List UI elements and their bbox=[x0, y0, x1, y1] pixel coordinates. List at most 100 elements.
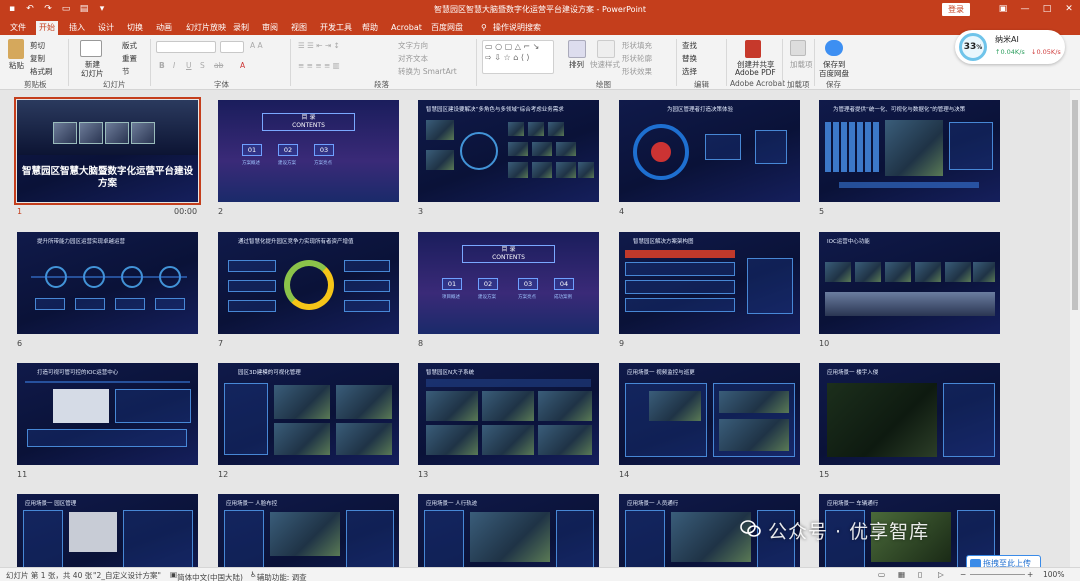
layout-button[interactable]: 版式 bbox=[122, 40, 137, 51]
replace-button[interactable]: 替换 bbox=[682, 53, 697, 64]
reset-button[interactable]: 重置 bbox=[122, 53, 137, 64]
underline-icon[interactable]: U bbox=[186, 61, 192, 70]
font-color-icon[interactable]: A bbox=[240, 61, 245, 70]
ribbon-display-icon[interactable]: ▣ bbox=[992, 0, 1014, 19]
slideshow-view-icon[interactable]: ▷ bbox=[938, 570, 944, 579]
slide-sorter-view-icon[interactable]: ▦ bbox=[898, 570, 905, 579]
tab-view[interactable]: 视图 bbox=[288, 21, 310, 35]
addins-icon[interactable] bbox=[790, 40, 806, 56]
find-button[interactable]: 查找 bbox=[682, 40, 697, 51]
tab-insert[interactable]: 插入 bbox=[66, 21, 88, 35]
tab-animations[interactable]: 动画 bbox=[153, 21, 175, 35]
tab-developer[interactable]: 开发工具 bbox=[317, 21, 355, 35]
slide-thumbnail-16[interactable]: 应用场景一 园区管理 bbox=[17, 494, 198, 567]
slide-image bbox=[885, 262, 911, 282]
font-grow-shrink-icon[interactable]: A A bbox=[250, 41, 263, 50]
slide-thumbnail-18[interactable]: 应用场景一 人行轨迹 bbox=[418, 494, 599, 567]
slide-title: 应用场景一 楼宇入侵 bbox=[827, 370, 879, 376]
slide-thumbnail-15[interactable]: 应用场景一 楼宇入侵 bbox=[819, 363, 1000, 465]
shape-fill-button[interactable]: 形状填充 bbox=[622, 40, 652, 51]
quick-styles-button[interactable]: 快速样式 bbox=[590, 59, 620, 70]
tab-acrobat[interactable]: Acrobat bbox=[388, 21, 425, 35]
align-icons[interactable]: ≡ ≡ ≡ ≡ ▥ bbox=[298, 61, 340, 70]
zoom-slider[interactable] bbox=[970, 574, 1025, 575]
search-icon[interactable]: ⚲ bbox=[478, 21, 490, 35]
slide-bar bbox=[426, 379, 591, 387]
slide-thumbnail-10[interactable]: IOC运营中心功能 bbox=[819, 232, 1000, 334]
slide-thumbnail-6[interactable]: 提升所带能力园区运营实现卓越运营 bbox=[17, 232, 198, 334]
create-pdf-icon[interactable] bbox=[745, 40, 761, 58]
copy-button[interactable]: 复制 bbox=[30, 53, 45, 64]
slide-thumbnail-13[interactable]: 智慧园区N大子系统 bbox=[418, 363, 599, 465]
slide-thumbnail-12[interactable]: 园区3D建模的可视化管理 bbox=[218, 363, 399, 465]
slide-thumbnail-1[interactable]: 智慧园区智慧大脑暨数字化运营平台建设方案 bbox=[14, 97, 201, 205]
slide-title: 应用场景一 人行轨迹 bbox=[426, 501, 478, 507]
network-widget[interactable]: 33% 纳米AI ↑0.04K/s ↓0.05K/s bbox=[955, 30, 1065, 64]
toc-item-number: 04 bbox=[554, 278, 574, 290]
tab-design[interactable]: 设计 bbox=[95, 21, 117, 35]
align-text-button[interactable]: 对齐文本 bbox=[398, 53, 428, 64]
tab-baidu[interactable]: 百度网盘 bbox=[428, 21, 466, 35]
format-painter-button[interactable]: 格式刷 bbox=[30, 66, 53, 77]
maximize-icon[interactable]: □ bbox=[1036, 0, 1058, 19]
tab-transitions[interactable]: 切换 bbox=[124, 21, 146, 35]
paste-icon[interactable] bbox=[8, 39, 24, 59]
new-slide-icon[interactable] bbox=[80, 40, 102, 57]
smartart-button[interactable]: 转换为 SmartArt bbox=[398, 66, 457, 77]
tab-help[interactable]: 帮助 bbox=[359, 21, 381, 35]
tab-slideshow[interactable]: 幻灯片放映 bbox=[183, 21, 229, 35]
cut-button[interactable]: 剪切 bbox=[30, 40, 45, 51]
save-to-baidu-button-line2[interactable]: 百度网盘 bbox=[819, 68, 849, 79]
slide-image bbox=[508, 162, 528, 178]
select-button[interactable]: 选择 bbox=[682, 66, 697, 77]
zoom-out-icon[interactable]: − bbox=[960, 570, 966, 579]
zoom-in-icon[interactable]: + bbox=[1027, 570, 1033, 579]
slide-box bbox=[224, 510, 264, 567]
text-direction-button[interactable]: 文字方向 bbox=[398, 40, 428, 51]
paste-button[interactable]: 粘贴 bbox=[9, 60, 24, 71]
slide-thumbnail-4[interactable]: 为园区管理者打造决策体验 bbox=[619, 100, 800, 202]
slide-thumbnail-7[interactable]: 通过智慧化提升园区竞争力实现所有者资产增值 bbox=[218, 232, 399, 334]
tab-file[interactable]: 文件 bbox=[7, 21, 29, 35]
window-title: 智慧园区智慧大脑暨数字化运营平台建设方案 - PowerPoint bbox=[433, 5, 647, 14]
slide-thumbnail-14[interactable]: 应用场景一 视频监控与巡更 bbox=[619, 363, 800, 465]
reading-view-icon[interactable]: ▯ bbox=[918, 570, 922, 579]
shape-effects-button[interactable]: 形状效果 bbox=[622, 66, 652, 77]
shadow-icon[interactable]: S bbox=[200, 61, 205, 70]
slide-thumbnail-17[interactable]: 应用场景一 人脸布控 bbox=[218, 494, 399, 567]
shape-outline-button[interactable]: 形状轮廓 bbox=[622, 53, 652, 64]
font-size-select[interactable] bbox=[220, 41, 244, 53]
accessibility-status[interactable]: ♿ 辅助功能: 调查 bbox=[250, 570, 307, 581]
strikethrough-icon[interactable]: ab bbox=[214, 61, 223, 70]
tab-record[interactable]: 录制 bbox=[230, 21, 252, 35]
tab-home[interactable]: 开始 bbox=[36, 21, 58, 35]
bold-icon[interactable]: B bbox=[159, 61, 165, 70]
font-name-select[interactable] bbox=[156, 41, 216, 53]
arrange-icon[interactable] bbox=[568, 40, 586, 58]
slide-thumbnail-2[interactable]: 目 录 CONTENTS 01 02 03 方案概述 建设方案 方案亮点 bbox=[218, 100, 399, 202]
zoom-level[interactable]: 100% bbox=[1043, 570, 1064, 579]
close-icon[interactable]: ✕ bbox=[1058, 0, 1080, 19]
language-status[interactable]: ▣ 简体中文(中国大陆) bbox=[170, 570, 243, 581]
login-button[interactable]: 登录 bbox=[942, 3, 970, 16]
slide-thumbnail-3[interactable]: 智慧园区建设要解决“多角色与多领域”综合考虑业务需求 bbox=[418, 100, 599, 202]
slide-thumbnail-11[interactable]: 打造可视可管可控的IOC运营中心 bbox=[17, 363, 198, 465]
addins-button[interactable]: 加载项 bbox=[790, 59, 813, 70]
section-button[interactable]: 节 bbox=[122, 66, 130, 77]
slide-thumbnail-5[interactable]: 为管理者提供“统一化、可视化与数据化”的管理与决策 bbox=[819, 100, 1000, 202]
scrollbar-thumb[interactable] bbox=[1072, 100, 1078, 310]
tab-review[interactable]: 审阅 bbox=[259, 21, 281, 35]
minimize-icon[interactable]: — bbox=[1014, 0, 1036, 19]
vertical-scrollbar[interactable] bbox=[1070, 90, 1080, 567]
quick-styles-icon[interactable] bbox=[597, 40, 615, 58]
create-share-pdf-button-line2[interactable]: Adobe PDF bbox=[735, 68, 776, 77]
new-slide-button-line2[interactable]: 幻灯片 bbox=[81, 68, 104, 79]
arrange-button[interactable]: 排列 bbox=[569, 59, 584, 70]
bullets-icon[interactable]: ☰ ☰ ⇤ ⇥ ↕ bbox=[298, 41, 340, 50]
italic-icon[interactable]: I bbox=[173, 61, 175, 70]
baidu-cloud-icon[interactable] bbox=[825, 40, 843, 56]
slide-thumbnail-9[interactable]: 智慧园区解决方案架构图 bbox=[619, 232, 800, 334]
tell-me-search[interactable]: 操作说明搜索 bbox=[490, 21, 544, 35]
normal-view-icon[interactable]: ▭ bbox=[878, 570, 885, 579]
slide-thumbnail-8[interactable]: 目 录 CONTENTS 01 02 03 04 项目概述 建设方案 方案亮点 … bbox=[418, 232, 599, 334]
